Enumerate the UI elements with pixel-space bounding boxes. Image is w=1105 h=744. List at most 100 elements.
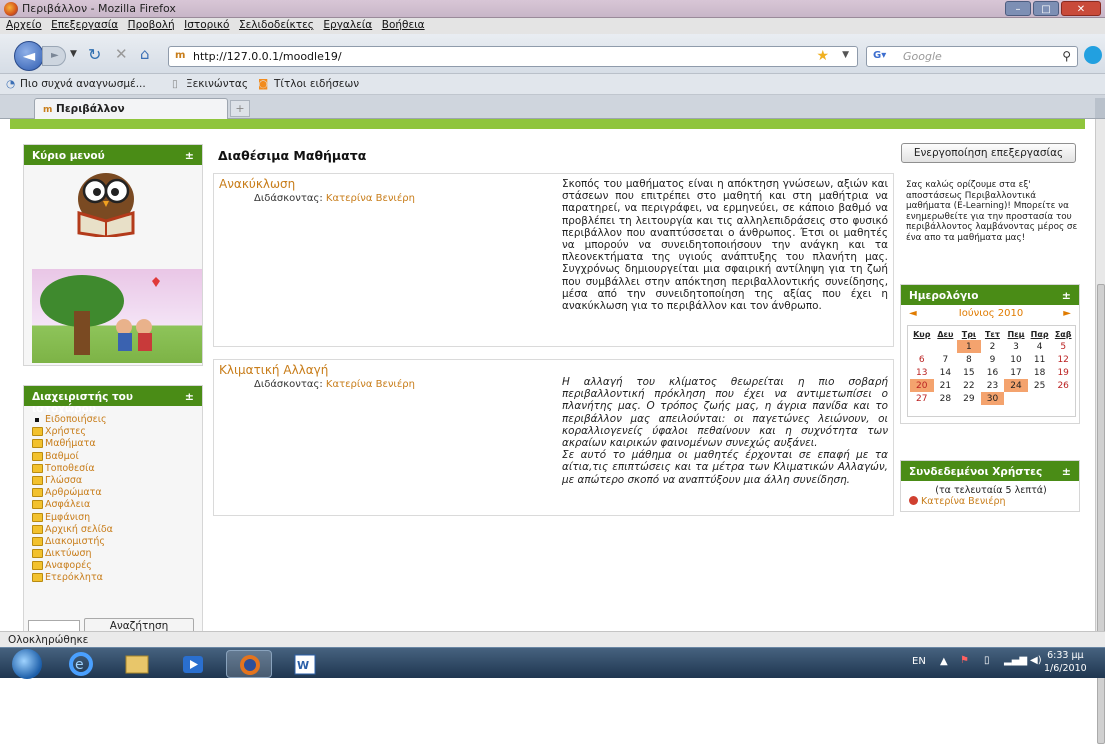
- search-box[interactable]: G▾ Google ⚲: [866, 46, 1078, 67]
- bookmarks-toolbar: ◔ Πιο συχνά αναγνωσμέ... ▯ Ξεκινώντας ◙ …: [0, 74, 1105, 95]
- folder-icon: [32, 427, 43, 437]
- tray-expand-icon[interactable]: ▲: [940, 656, 948, 667]
- calendar-day: 13: [916, 367, 928, 378]
- bookmark-star-icon[interactable]: ★: [816, 48, 829, 64]
- back-button[interactable]: ◄: [14, 41, 44, 71]
- url-dropdown-icon[interactable]: ▼: [842, 50, 849, 60]
- course-item: Ανακύκλωση Διδάσκοντας: Κατερίνα Βενιέρη…: [213, 173, 894, 347]
- admin-item-language[interactable]: Γλώσσα: [32, 475, 200, 487]
- language-indicator[interactable]: EN: [912, 656, 926, 667]
- online-users-title: Συνδεδεμένοι Χρήστες: [909, 466, 1043, 478]
- course-title-link[interactable]: Κλιματική Αλλαγή: [219, 363, 328, 377]
- folder-icon: [32, 451, 43, 461]
- menu-edit[interactable]: Επεξεργασία: [51, 19, 118, 31]
- network-icon[interactable]: ▂▄▆: [1004, 655, 1027, 666]
- menu-bookmarks[interactable]: Σελιδοδείκτες: [239, 19, 314, 31]
- weekday-label: Τετ: [984, 329, 1000, 339]
- next-month-icon[interactable]: ►: [1063, 308, 1071, 319]
- main-menu-toggle[interactable]: ±: [185, 149, 194, 162]
- rss-icon: ◙: [258, 78, 269, 90]
- minimize-button[interactable]: –: [1005, 1, 1031, 16]
- menu-file[interactable]: Αρχείο: [6, 19, 42, 31]
- admin-item-grades[interactable]: Βαθμοί: [32, 451, 200, 463]
- teacher-link[interactable]: Κατερίνα Βενιέρη: [326, 379, 415, 390]
- calendar-month[interactable]: Ιούνιος 2010: [905, 308, 1077, 319]
- calendar-day: 14: [939, 367, 952, 378]
- admin-item-location[interactable]: Τοποθεσία: [32, 463, 200, 475]
- word-taskbar-icon[interactable]: W: [282, 650, 328, 678]
- battery-icon[interactable]: ▯: [984, 655, 990, 666]
- calendar-day[interactable]: 20: [910, 379, 934, 392]
- weekday-label: Σαβ: [1054, 329, 1072, 339]
- calendar-toggle[interactable]: ±: [1062, 289, 1071, 302]
- menu-tools[interactable]: Εργαλεία: [323, 19, 372, 31]
- site-admin-list: Ειδοποιήσεις Χρήστες Μαθήματα Βαθμοί Τοπ…: [32, 414, 200, 585]
- new-tab-button[interactable]: +: [230, 100, 250, 117]
- url-text[interactable]: http://127.0.0.1/moodle19/: [193, 50, 342, 63]
- skype-icon[interactable]: [1084, 46, 1102, 64]
- start-button[interactable]: [12, 649, 42, 679]
- vertical-scrollbar[interactable]: [1095, 119, 1105, 744]
- turn-editing-on-button[interactable]: Ενεργοποίηση επεξεργασίας: [901, 143, 1076, 163]
- history-dropdown-icon[interactable]: ▼: [70, 49, 77, 59]
- menu-bar: Αρχείο Επεξεργασία Προβολή Ιστορικό Σελι…: [0, 18, 1105, 34]
- calendar-day: 6: [918, 354, 925, 365]
- home-icon[interactable]: ⌂: [140, 45, 150, 63]
- calendar-day: 11: [1033, 354, 1046, 365]
- calendar-day: [1028, 392, 1052, 405]
- calendar-day[interactable]: 30: [980, 392, 1005, 405]
- search-icon[interactable]: ⚲: [1062, 49, 1071, 63]
- site-admin-toggle[interactable]: ±: [185, 390, 194, 403]
- volume-icon[interactable]: ◀): [1030, 655, 1042, 666]
- folder-icon: [32, 488, 43, 498]
- bookmark-getting-started[interactable]: Ξεκινώντας: [186, 78, 248, 90]
- firefox-taskbar-icon[interactable]: [226, 650, 272, 678]
- admin-item-security[interactable]: Ασφάλεια: [32, 499, 200, 511]
- calendar-day[interactable]: 1: [957, 340, 981, 353]
- calendar-day: 3: [1013, 341, 1019, 352]
- menu-history[interactable]: Ιστορικό: [184, 19, 229, 31]
- forward-button[interactable]: ►: [42, 46, 66, 66]
- admin-item-frontpage[interactable]: Αρχική σελίδα: [32, 524, 200, 536]
- main-menu-header: Κύριο μενού ±: [24, 145, 202, 165]
- admin-item-networking[interactable]: Δικτύωση: [32, 548, 200, 560]
- online-user[interactable]: Κατερίνα Βενιέρη: [909, 496, 1006, 507]
- admin-item-notifications[interactable]: Ειδοποιήσεις: [32, 414, 200, 426]
- explorer-taskbar-icon[interactable]: [114, 650, 160, 678]
- bookmark-most-visited[interactable]: Πιο συχνά αναγνωσμέ...: [20, 78, 146, 90]
- ie-taskbar-icon[interactable]: e: [58, 650, 104, 678]
- search-placeholder[interactable]: Google: [903, 50, 942, 63]
- admin-item-server[interactable]: Διακομιστής: [32, 536, 200, 548]
- course-teacher: Διδάσκοντας: Κατερίνα Βενιέρη: [254, 379, 415, 390]
- admin-item-courses[interactable]: Μαθήματα: [32, 438, 200, 450]
- calendar-day: 23: [986, 380, 999, 391]
- calendar-day: 2: [989, 341, 996, 352]
- url-bar[interactable]: m http://127.0.0.1/moodle19/ ★ ▼: [168, 46, 858, 67]
- stop-icon[interactable]: ✕: [115, 45, 128, 63]
- flag-icon[interactable]: ⚑: [960, 655, 969, 666]
- menu-view[interactable]: Προβολή: [128, 19, 175, 31]
- menu-help[interactable]: Βοήθεια: [382, 19, 425, 31]
- course-title-link[interactable]: Ανακύκλωση: [219, 177, 295, 191]
- maximize-button[interactable]: □: [1033, 1, 1059, 16]
- admin-item-misc[interactable]: Ετερόκλητα: [32, 572, 200, 584]
- admin-item-reports[interactable]: Αναφορές: [32, 560, 200, 572]
- google-icon[interactable]: G▾: [873, 50, 886, 61]
- tab-environment[interactable]: m Περιβάλλον: [34, 98, 228, 119]
- folder-icon: [32, 500, 43, 510]
- bookmark-news-headlines[interactable]: Τίτλοι ειδήσεων: [274, 78, 359, 90]
- close-button[interactable]: ✕: [1061, 1, 1101, 16]
- tab-list-button[interactable]: [1095, 98, 1105, 118]
- reload-icon[interactable]: ↻: [88, 45, 101, 64]
- admin-item-users[interactable]: Χρήστες: [32, 426, 200, 438]
- site-admin-title: Διαχειριστής του ιστοχώρου: [32, 391, 133, 415]
- media-player-taskbar-icon[interactable]: [170, 650, 216, 678]
- admin-item-modules[interactable]: Αρθρώματα: [32, 487, 200, 499]
- admin-item-appearance[interactable]: Εμφάνιση: [32, 512, 200, 524]
- taskbar: e W EN ▲ ⚑ ▯ ▂▄▆ ◀) 6:33 μμ 1/6/2010: [0, 647, 1105, 679]
- owl-reading-image: [77, 173, 135, 237]
- online-users-toggle[interactable]: ±: [1062, 465, 1071, 478]
- clock[interactable]: 6:33 μμ 1/6/2010: [1044, 649, 1087, 675]
- teacher-link[interactable]: Κατερίνα Βενιέρη: [326, 193, 415, 204]
- calendar-day[interactable]: 24: [1004, 379, 1028, 392]
